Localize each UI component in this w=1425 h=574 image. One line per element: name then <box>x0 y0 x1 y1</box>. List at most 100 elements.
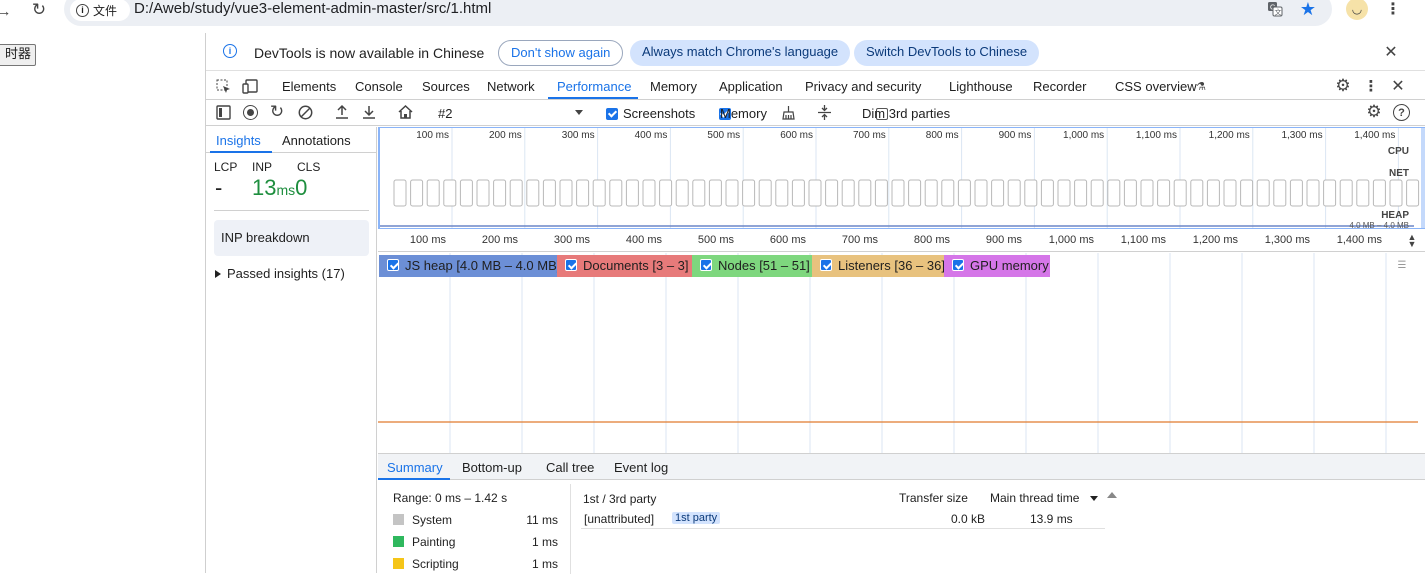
url-text[interactable]: D:/Aweb/study/vue3-element-admin-master/… <box>134 0 491 17</box>
nodes-counter[interactable]: Nodes [51 – 51] <box>692 255 812 277</box>
tab-elements[interactable]: Elements <box>282 79 336 94</box>
devtools-menu-icon[interactable]: ⋮ <box>1364 77 1379 95</box>
expand-collapse-icon[interactable]: ▲ ▼ <box>1406 233 1418 249</box>
reload-record-icon[interactable]: ↻ <box>269 102 285 121</box>
bottom-panel: Summary Bottom-up Call tree Event log Ra… <box>378 453 1425 574</box>
system-swatch <box>393 514 404 525</box>
expand-triangle-icon[interactable] <box>215 270 221 278</box>
tab-lighthouse[interactable]: Lighthouse <box>949 79 1013 94</box>
memory-counters-area <box>378 253 1425 453</box>
overview-tick-label: 400 ms <box>634 130 668 141</box>
close-infobar-icon[interactable]: ✕ <box>1384 44 1398 61</box>
heap-range-label: 4.0 MB – 4.0 MB <box>1349 221 1409 229</box>
tab-call-tree[interactable]: Call tree <box>546 460 594 475</box>
translate-icon[interactable]: G文 <box>1266 0 1284 18</box>
inp-breakdown-card[interactable]: INP breakdown <box>214 220 369 256</box>
recording-select[interactable]: #2 <box>432 103 587 123</box>
transfer-size-value: 0.0 kB <box>951 512 986 526</box>
tab-event-log[interactable]: Event log <box>614 460 668 475</box>
painting-value: 1 ms <box>531 535 558 549</box>
tab-performance[interactable]: Performance <box>557 79 631 94</box>
settings-gear-icon[interactable]: ⚙ <box>1334 76 1352 95</box>
switch-devtools-button[interactable]: Switch DevTools to Chinese <box>854 40 1040 66</box>
inspect-element-icon[interactable] <box>216 79 231 94</box>
site-info-chip[interactable]: i 文件 <box>70 0 130 21</box>
scroll-up-icon[interactable] <box>1107 492 1117 498</box>
transfer-size-header[interactable]: Transfer size <box>899 491 968 505</box>
inp-value: 13ms0 <box>252 175 307 201</box>
tab-network[interactable]: Network <box>487 79 535 94</box>
screenshot-thumbnail <box>775 179 789 207</box>
browser-menu-icon[interactable]: ⋮ <box>1385 0 1401 18</box>
page-button[interactable]: 时器 <box>0 44 36 66</box>
flask-icon: ⚗ <box>1196 81 1206 93</box>
address-bar[interactable]: i 文件 D:/Aweb/study/vue3-element-admin-ma… <box>64 0 1332 26</box>
broom-icon[interactable] <box>781 105 796 120</box>
screenshot-thumbnail <box>1406 179 1420 207</box>
screenshot-thumbnail <box>1157 179 1171 207</box>
tab-application[interactable]: Application <box>719 79 783 94</box>
drag-handle-icon[interactable]: ☰ <box>1396 259 1408 271</box>
table-row[interactable]: [unattributed] 1st party 0.0 kB 13.9 ms <box>581 510 1105 529</box>
capture-settings-icon[interactable]: ⚙ <box>1365 102 1383 121</box>
screenshot-thumbnail <box>858 179 872 207</box>
clear-icon[interactable] <box>298 105 313 120</box>
tab-summary[interactable]: Summary <box>387 460 443 475</box>
reload-icon[interactable]: ↻ <box>30 0 48 20</box>
main-thread-time-header[interactable]: Main thread time <box>990 491 1079 505</box>
dont-show-again-button[interactable]: Don't show again <box>498 40 624 66</box>
upload-icon[interactable] <box>334 104 350 120</box>
sidebar-toggle-icon[interactable] <box>216 105 231 120</box>
tab-recorder[interactable]: Recorder <box>1033 79 1086 94</box>
tab-annotations[interactable]: Annotations <box>282 133 351 148</box>
documents-label: Documents [3 – 3] <box>583 258 689 273</box>
screenshot-thumbnail <box>1323 179 1337 207</box>
screenshots-checkbox[interactable] <box>606 108 618 120</box>
screenshot-thumbnail <box>1123 179 1137 207</box>
bookmark-star-icon[interactable]: ★ <box>1298 0 1318 19</box>
back-arrow-icon[interactable]: → <box>0 2 12 20</box>
help-icon[interactable]: ? <box>1393 104 1410 121</box>
screenshot-thumbnail <box>1256 179 1270 207</box>
listeners-counter[interactable]: Listeners [36 – 36] <box>812 255 945 277</box>
screenshot-thumbnail <box>642 179 656 207</box>
timeline-overview[interactable]: 100 ms 200 ms 300 ms 400 ms 500 ms 600 ms 700 … <box>378 127 1425 229</box>
tab-bottom-up[interactable]: Bottom-up <box>462 460 522 475</box>
tab-css-overview[interactable]: CSS overview <box>1115 79 1197 94</box>
timeline-tick-label: 400 ms <box>625 234 662 246</box>
download-icon[interactable] <box>361 104 377 120</box>
gpu-memory-counter[interactable]: GPU memory <box>944 255 1050 277</box>
screenshot-thumbnail <box>1007 179 1021 207</box>
screenshot-thumbnail <box>692 179 706 207</box>
documents-counter[interactable]: Documents [3 – 3] <box>557 255 692 277</box>
device-toolbar-icon[interactable] <box>242 79 258 94</box>
screenshot-thumbnail <box>675 179 689 207</box>
overview-right-handle[interactable] <box>1421 128 1425 228</box>
record-icon[interactable] <box>243 105 258 120</box>
divider-shrink-icon[interactable] <box>817 104 832 121</box>
tab-sources[interactable]: Sources <box>422 79 470 94</box>
tab-privacy-security[interactable]: Privacy and security <box>805 79 921 94</box>
tab-insights[interactable]: Insights <box>216 133 261 148</box>
passed-insights-toggle[interactable]: Passed insights (17) <box>227 266 345 281</box>
summary-tab-underline <box>378 478 450 480</box>
profile-avatar[interactable]: ◡ <box>1346 0 1368 20</box>
tab-memory[interactable]: Memory <box>650 79 697 94</box>
screenshot-thumbnail <box>443 179 457 207</box>
devtools-panel: i DevTools is now available in Chinese D… <box>205 33 1425 574</box>
overview-tick-label: 1,200 ms <box>1208 130 1250 141</box>
always-match-language-button[interactable]: Always match Chrome's language <box>630 40 851 66</box>
close-devtools-icon[interactable]: ✕ <box>1390 77 1406 95</box>
painting-label: Painting <box>412 535 456 549</box>
info-circle-icon: i <box>223 44 237 58</box>
overview-tick-label: 1,000 ms <box>1063 130 1105 141</box>
home-icon[interactable] <box>397 104 414 120</box>
js-heap-counter[interactable]: JS heap [4.0 MB – 4.0 MB] <box>379 255 560 277</box>
active-tab-underline <box>548 97 638 99</box>
screenshot-thumbnail <box>1372 179 1386 207</box>
overview-tick-label: 100 ms <box>416 130 449 141</box>
screenshot-thumbnail <box>742 179 756 207</box>
inp-label: INP <box>252 160 273 174</box>
overview-tick-label: 1,100 ms <box>1135 130 1177 141</box>
tab-console[interactable]: Console <box>355 79 403 94</box>
